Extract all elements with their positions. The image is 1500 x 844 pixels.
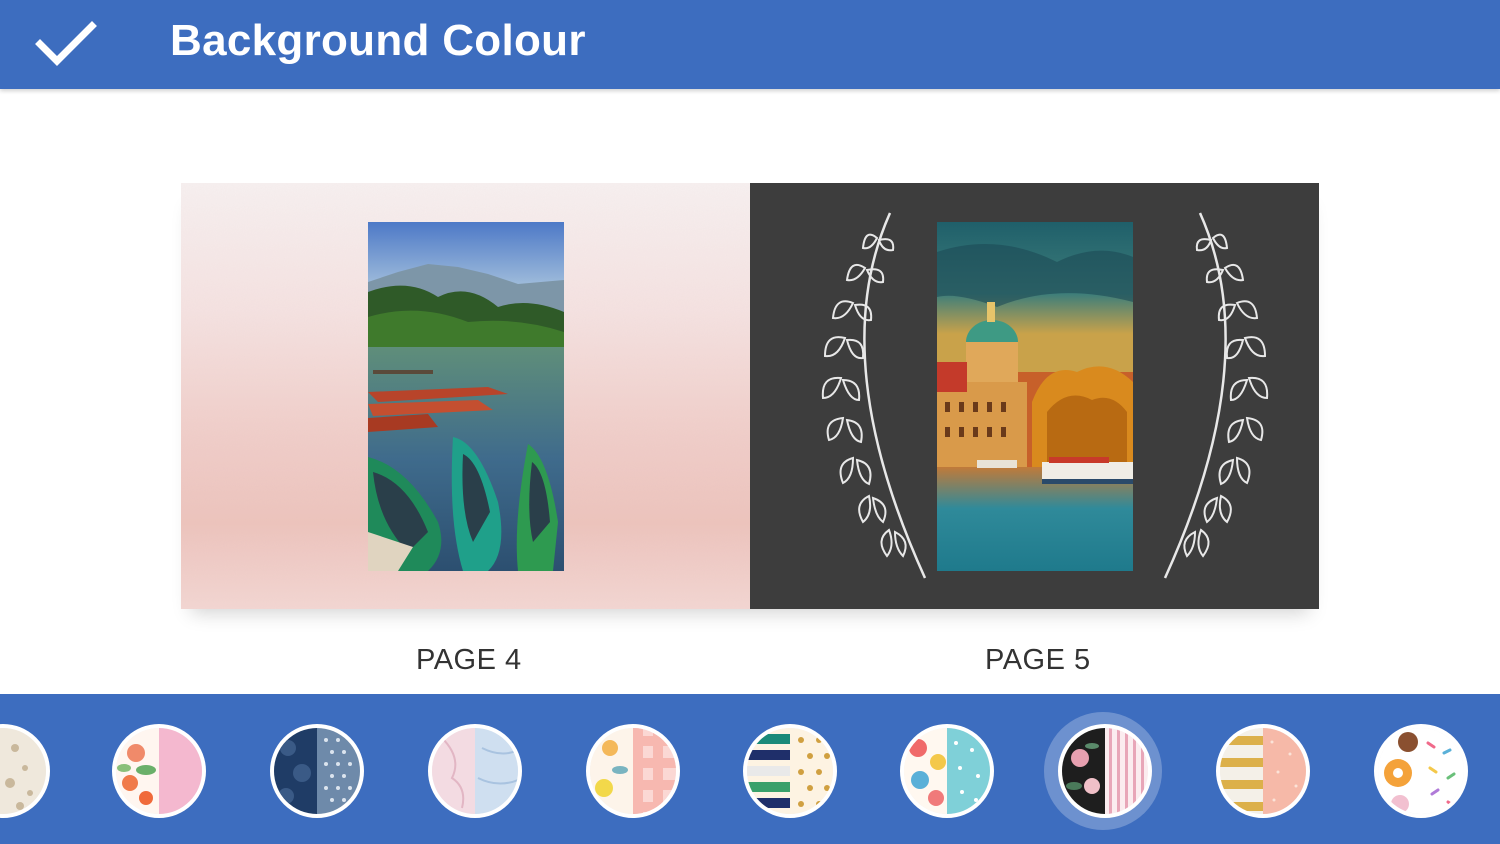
check-icon [35,21,97,66]
swatch-pink-floral[interactable] [112,724,206,818]
swatch-colorful-dots[interactable] [900,724,994,818]
swatch-gold-peach[interactable] [1216,724,1310,818]
book-spread [181,183,1319,609]
swatch-floral-gingham[interactable] [586,724,680,818]
swatch-dark-floral-stripes[interactable] [1058,724,1152,818]
page-5-label: PAGE 5 [985,644,1091,676]
lake-boats-photo[interactable] [368,222,564,571]
swatch-stripes-dots[interactable] [743,724,837,818]
city-river-photo[interactable] [937,222,1133,571]
background-swatch-bar[interactable] [0,694,1500,844]
top-app-bar: Background Colour [0,0,1500,89]
swatch-floral-cream[interactable] [0,724,50,818]
laurel-left-icon [821,212,927,579]
confirm-button[interactable] [30,16,100,72]
page-5-canvas[interactable] [750,183,1319,609]
swatch-donuts-sprinkles[interactable] [1374,724,1468,818]
page-4-label: PAGE 4 [416,644,522,676]
swatch-pink-blue-marble[interactable] [428,724,522,818]
swatch-navy-dots[interactable] [270,724,364,818]
page-title: Background Colour [170,16,586,65]
laurel-right-icon [1163,212,1269,579]
page-4-canvas[interactable] [181,183,750,609]
